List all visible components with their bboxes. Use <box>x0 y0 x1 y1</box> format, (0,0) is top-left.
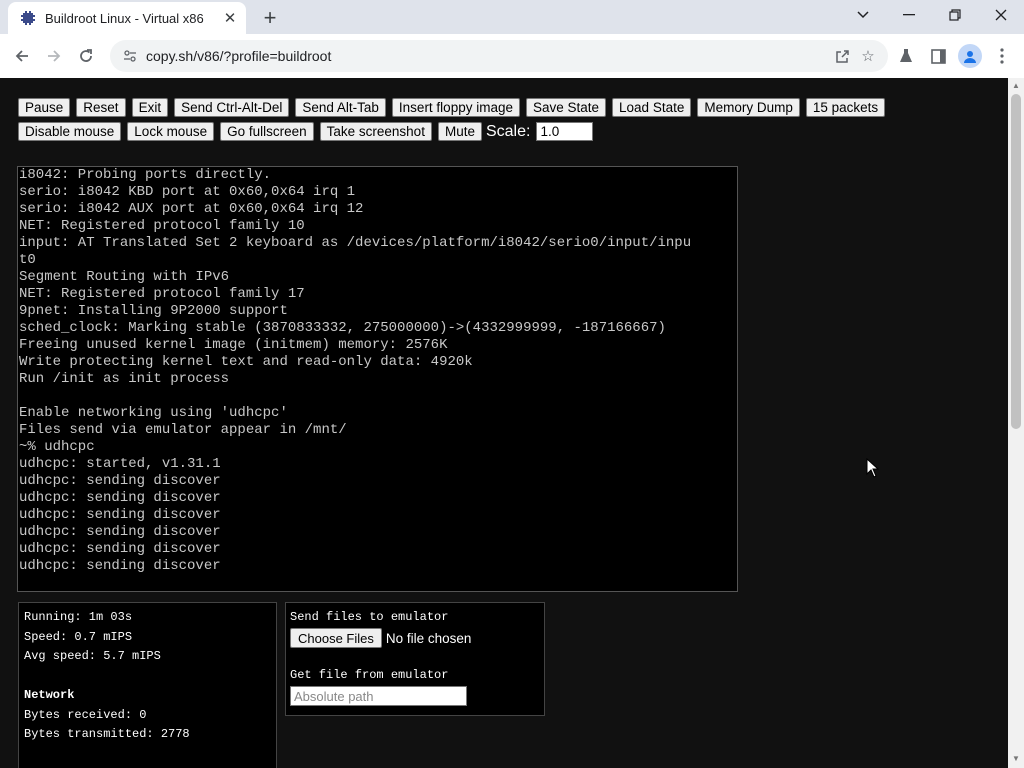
info-panel: Running: 1m 03s Speed: 0.7 mIPS Avg spee… <box>18 602 277 768</box>
control-row-2: Disable mouse Lock mouse Go fullscreen Take… <box>18 122 594 141</box>
terminal-line: t0 <box>19 252 36 268</box>
reset-button[interactable]: Reset <box>76 98 126 117</box>
terminal-line: NET: Registered protocol family 17 <box>19 286 305 302</box>
go-fullscreen-button[interactable]: Go fullscreen <box>220 122 314 141</box>
tab-title: Buildroot Linux - Virtual x86 <box>45 10 204 26</box>
terminal-line: udhcpc: sending discover <box>19 490 221 506</box>
bytes-transmitted: Bytes transmitted: 2778 <box>24 727 190 741</box>
no-file-chosen-text: No file chosen <box>385 630 472 646</box>
site-settings-icon[interactable] <box>122 48 138 64</box>
terminal-line: Run /init as init process <box>19 371 230 387</box>
absolute-path-input[interactable] <box>290 686 467 706</box>
terminal-line: serio: i8042 AUX port at 0x60,0x64 irq 1… <box>19 201 364 217</box>
scrollbar-thumb[interactable] <box>1011 94 1021 429</box>
save-state-button[interactable]: Save State <box>525 98 607 117</box>
terminal-line: Segment Routing with IPv6 <box>19 269 230 285</box>
scroll-up-icon[interactable]: ▲ <box>1012 82 1020 90</box>
emulator-screen[interactable]: i8042: Probing ports directly. serio: i80… <box>17 166 738 592</box>
take-screenshot-button[interactable]: Take screenshot <box>319 122 432 141</box>
insert-floppy-image-button[interactable]: Insert floppy image <box>391 98 520 117</box>
address-bar[interactable]: copy.sh/v86/?profile=buildroot ☆ <box>110 40 888 72</box>
menu-icon[interactable] <box>988 42 1016 70</box>
send-files-label: Send files to emulator <box>290 610 449 624</box>
speed-value: Speed: 0.7 mIPS <box>24 629 133 644</box>
terminal-line: input: AT Translated Set 2 keyboard as /… <box>19 235 692 251</box>
back-icon[interactable] <box>8 42 36 70</box>
mute-button[interactable]: Mute <box>437 122 482 141</box>
restore-icon[interactable] <box>932 0 978 30</box>
avg-speed-value: Avg speed: 5.7 mIPS <box>24 649 161 663</box>
scale-input[interactable] <box>536 122 594 141</box>
tab-close-icon[interactable]: ✕ <box>220 8 240 28</box>
files-panel: Send files to emulator Choose Files No f… <box>285 602 545 716</box>
memory-dump-button[interactable]: Memory Dump <box>697 98 800 117</box>
terminal-line: Freeing unused kernel image (initmem) me… <box>19 337 448 353</box>
sidepanel-icon[interactable] <box>924 42 952 70</box>
terminal-line: i8042: Probing ports directly. <box>19 167 272 183</box>
terminal-line: serio: i8042 KBD port at 0x60,0x64 irq 1 <box>19 184 356 200</box>
new-tab-icon[interactable]: + <box>258 5 282 30</box>
15-packets-button[interactable]: 15 packets <box>805 98 886 117</box>
terminal-line: udhcpc: sending discover <box>19 558 221 574</box>
window-close-icon[interactable] <box>978 0 1024 30</box>
terminal-line: udhcpc: sending discover <box>19 473 221 489</box>
lock-mouse-button[interactable]: Lock mouse <box>127 122 215 141</box>
bytes-received: Bytes received: 0 <box>24 707 147 722</box>
profile-icon[interactable] <box>958 44 982 68</box>
tab-search-icon[interactable] <box>840 0 886 30</box>
get-file-label: Get file from emulator <box>290 668 449 682</box>
pause-button[interactable]: Pause <box>18 98 71 117</box>
terminal-line: udhcpc: started, v1.31.1 <box>19 456 221 472</box>
network-heading: Network <box>24 688 75 702</box>
scale-label: Scale: <box>485 122 531 140</box>
disable-mouse-button[interactable]: Disable mouse <box>18 122 122 141</box>
page-content: Pause Reset Exit Send Ctrl-Alt-Del Send Alt-… <box>0 78 1008 768</box>
minimize-icon[interactable] <box>886 0 932 30</box>
send-alt-tab-button[interactable]: Send Alt-Tab <box>295 98 386 117</box>
choose-files-button[interactable]: Choose Files <box>290 628 382 648</box>
terminal-line: udhcpc: sending discover <box>19 507 221 523</box>
terminal-line: NET: Registered protocol family 10 <box>19 218 305 234</box>
terminal-line: udhcpc: sending discover <box>19 541 221 557</box>
reload-icon[interactable] <box>72 42 100 70</box>
load-state-button[interactable]: Load State <box>612 98 692 117</box>
browser-toolbar: copy.sh/v86/?profile=buildroot ☆ <box>0 34 1024 79</box>
terminal-line: ~% udhcpc <box>19 439 95 455</box>
control-row-1: Pause Reset Exit Send Ctrl-Alt-Del Send Alt-… <box>18 98 886 117</box>
scroll-down-icon[interactable]: ▼ <box>1012 755 1020 763</box>
tab-strip: Buildroot Linux - Virtual x86 ✕ + <box>0 0 1024 34</box>
share-icon[interactable] <box>830 44 854 68</box>
send-ctrl-alt-del-button[interactable]: Send Ctrl-Alt-Del <box>174 98 290 117</box>
mouse-cursor-icon <box>866 458 880 478</box>
terminal-line: udhcpc: sending discover <box>19 524 221 540</box>
labs-icon[interactable] <box>892 42 920 70</box>
terminal-line: Write protecting kernel text and read-on… <box>19 354 473 370</box>
terminal-line: Enable networking using 'udhcpc' <box>19 405 288 421</box>
forward-icon[interactable] <box>40 42 68 70</box>
page-scrollbar[interactable]: ▲ ▼ <box>1008 78 1024 768</box>
terminal-line: Files send via emulator appear in /mnt/ <box>19 422 347 438</box>
star-icon[interactable]: ☆ <box>856 44 880 68</box>
v86-favicon-icon <box>21 11 35 25</box>
exit-button[interactable]: Exit <box>131 98 169 117</box>
browser-tab[interactable]: Buildroot Linux - Virtual x86 ✕ <box>8 2 246 34</box>
running-time: Running: 1m 03s <box>24 610 133 624</box>
terminal-line: sched_clock: Marking stable (3870833332,… <box>19 320 666 336</box>
url-text[interactable]: copy.sh/v86/?profile=buildroot <box>146 48 830 64</box>
terminal-line: 9pnet: Installing 9P2000 support <box>19 303 288 319</box>
